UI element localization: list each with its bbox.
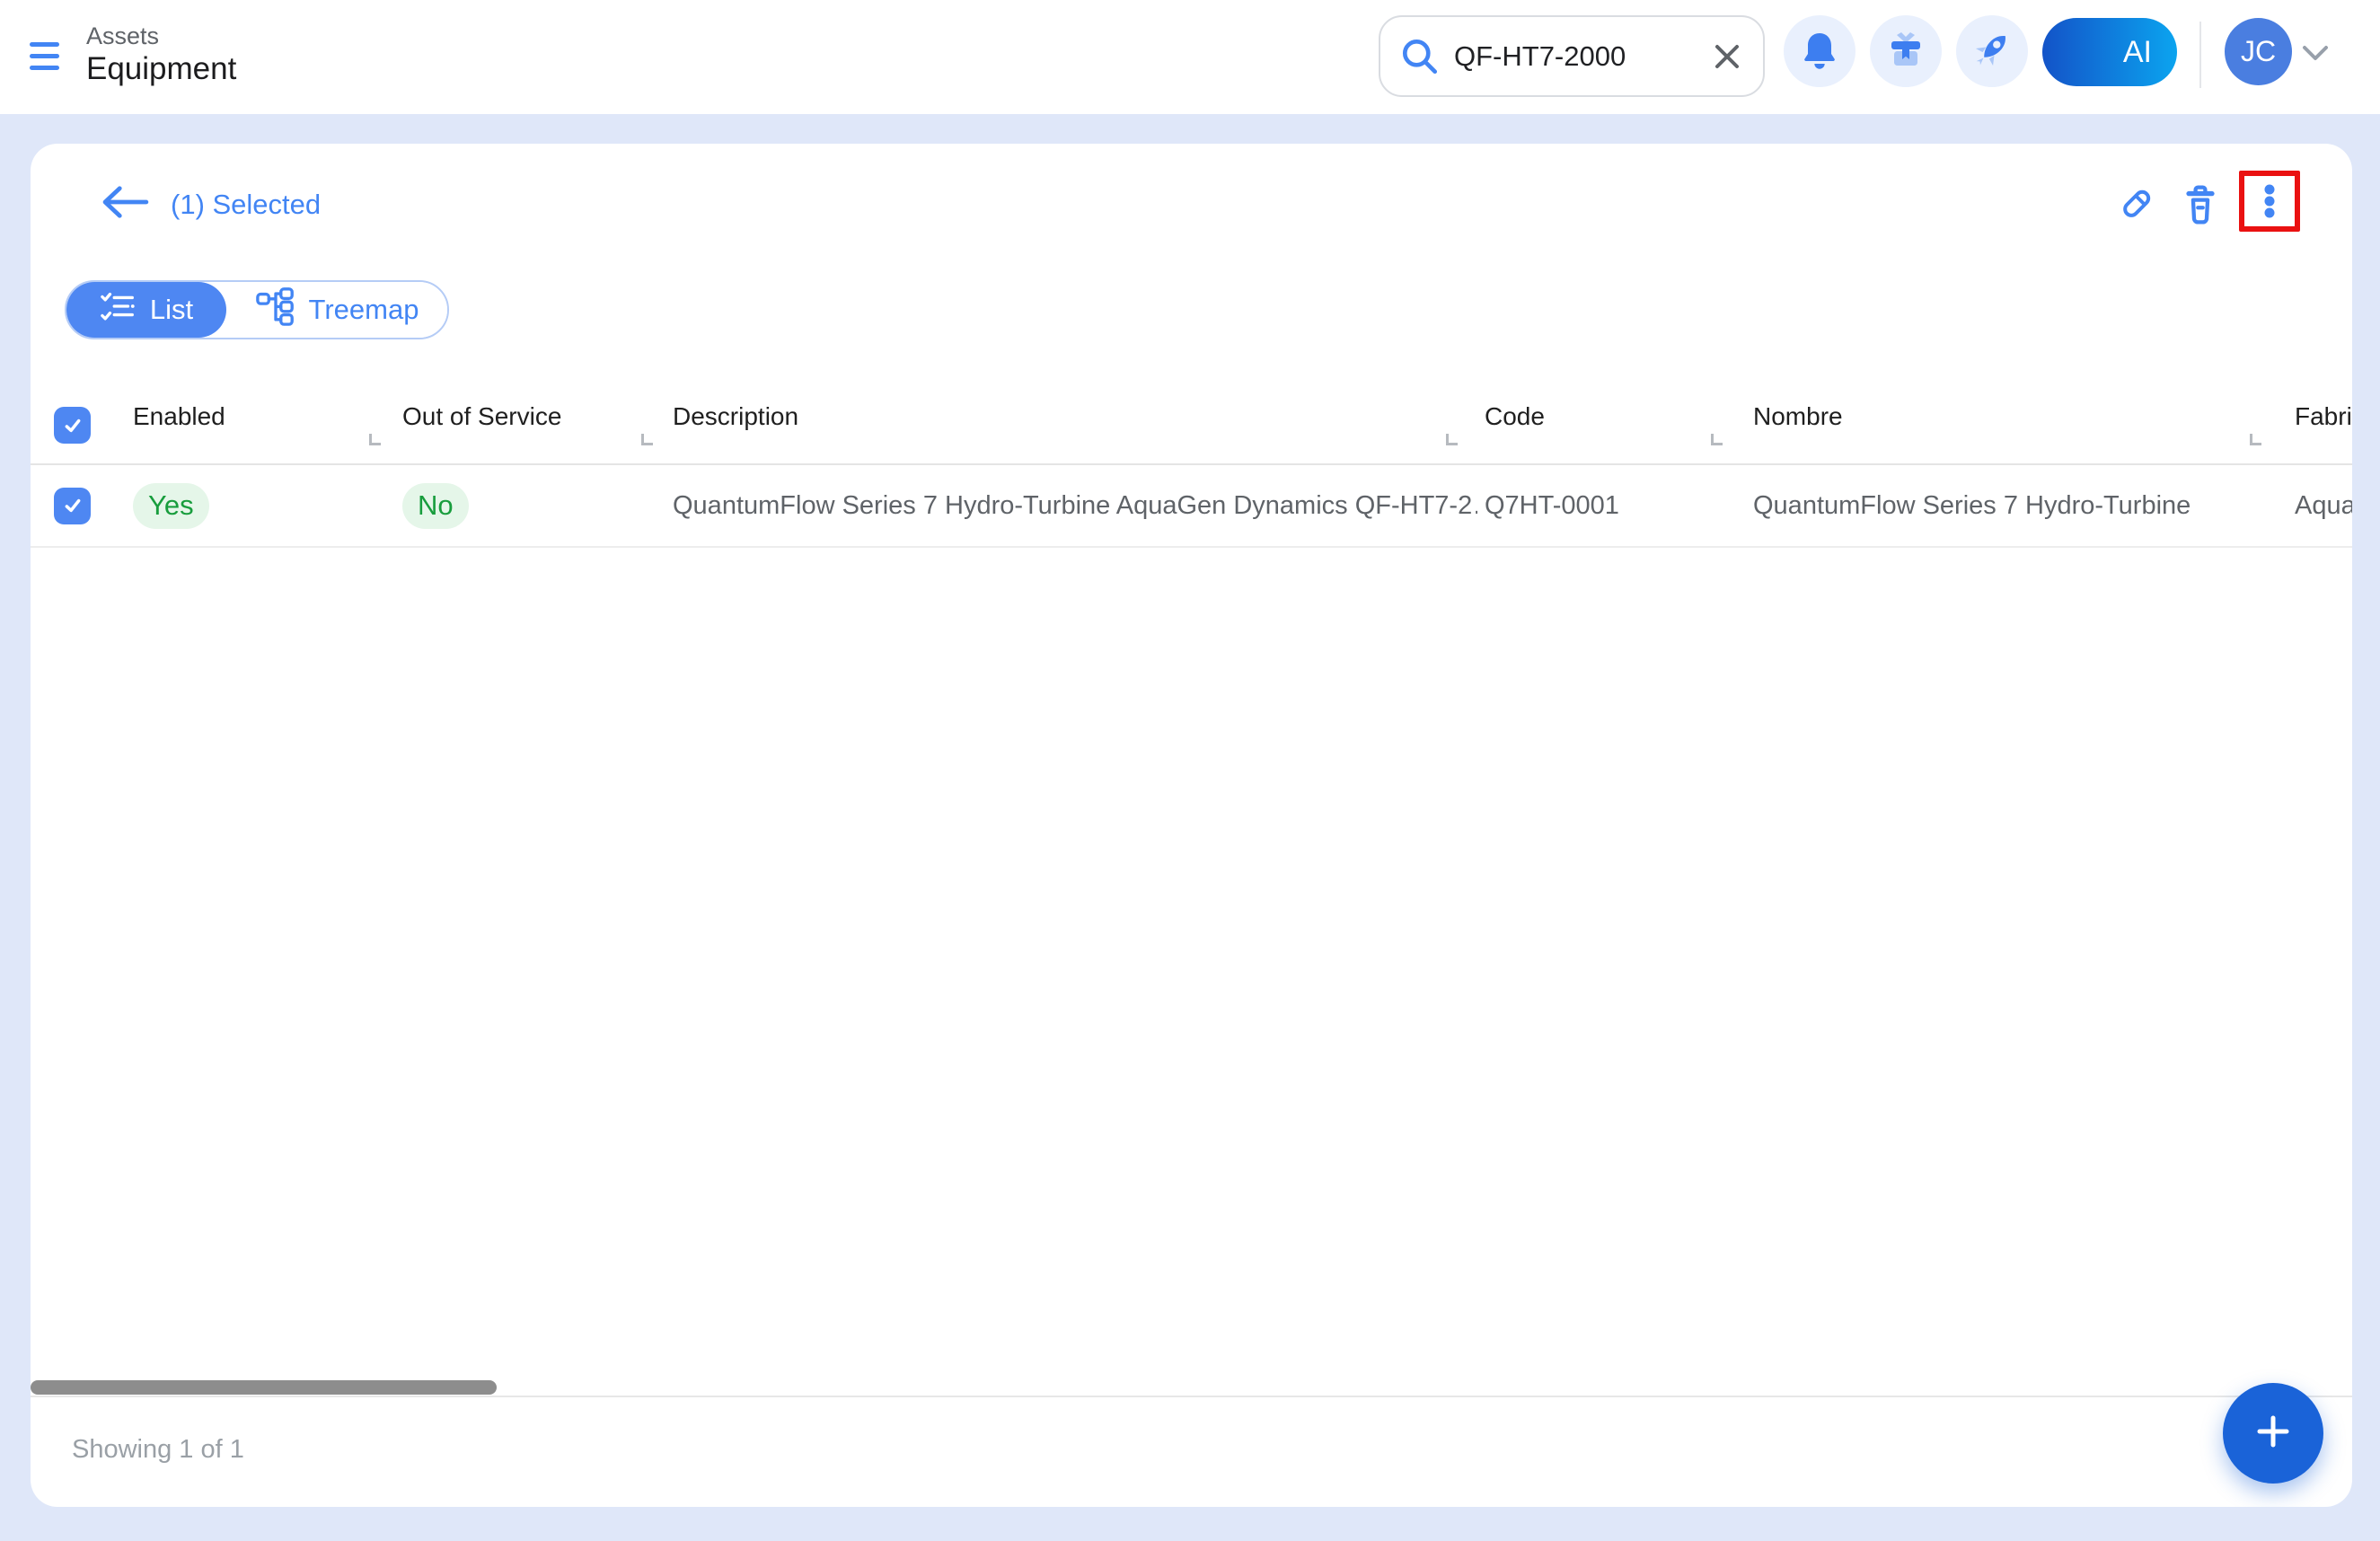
add-button[interactable] xyxy=(2223,1383,2323,1484)
column-resize-handle[interactable] xyxy=(1446,434,1458,445)
checkmark-icon xyxy=(61,494,84,517)
table-header-row: Enabled Out of Service Description Code … xyxy=(31,387,2352,465)
clear-search-icon[interactable] xyxy=(1711,40,1743,73)
plus-icon xyxy=(2252,1410,2295,1457)
edit-button[interactable] xyxy=(2112,185,2155,228)
header-cell-select xyxy=(31,387,103,463)
column-resize-handle[interactable] xyxy=(369,434,381,445)
header-cell-code[interactable]: Code xyxy=(1477,387,1742,463)
row-cell-fabricante: AquaGen Dynamics xyxy=(2281,465,2352,546)
breadcrumb: Assets xyxy=(86,22,236,50)
page-title: Equipment xyxy=(86,50,236,88)
announcements-button[interactable] xyxy=(1956,15,2028,87)
notifications-button[interactable] xyxy=(1784,15,1856,87)
row-cell-out-of-service: No xyxy=(401,465,673,546)
rocket-icon xyxy=(1970,28,2014,75)
tab-treemap-label: Treemap xyxy=(309,294,419,326)
header-cell-fabricante[interactable]: Fabricante xyxy=(2281,387,2352,463)
selected-count-label[interactable]: (1) Selected xyxy=(171,186,321,224)
row-cell-nombre: QuantumFlow Series 7 Hydro-Turbine xyxy=(1742,465,2281,546)
topbar-divider xyxy=(2199,22,2201,88)
column-label: Fabricante xyxy=(2295,402,2352,431)
column-label: Description xyxy=(673,402,798,431)
avatar-initials: JC xyxy=(2241,35,2276,68)
bell-icon xyxy=(1798,28,1841,75)
tab-treemap-view[interactable]: Treemap xyxy=(226,282,447,338)
back-button[interactable] xyxy=(97,183,153,221)
checkmark-icon xyxy=(61,414,84,437)
delete-button[interactable] xyxy=(2177,180,2224,230)
gift-icon xyxy=(1884,28,1927,75)
row-cell-code: Q7HT-0001 xyxy=(1477,465,1742,546)
enabled-badge: Yes xyxy=(133,483,209,529)
column-resize-handle[interactable] xyxy=(1711,434,1723,445)
header-cell-description[interactable]: Description xyxy=(673,387,1477,463)
search-input[interactable] xyxy=(1454,40,1688,73)
tab-list-label: List xyxy=(150,294,193,326)
horizontal-scrollbar-thumb[interactable] xyxy=(31,1380,497,1395)
showing-count-label: Showing 1 of 1 xyxy=(72,1435,244,1465)
column-label: Enabled xyxy=(133,402,225,431)
footer-divider xyxy=(31,1396,2352,1397)
column-resize-handle[interactable] xyxy=(641,434,653,445)
avatar[interactable]: JC xyxy=(2225,18,2292,85)
column-resize-handle[interactable] xyxy=(2250,434,2261,445)
trash-icon xyxy=(2177,180,2224,230)
header-cell-out-of-service[interactable]: Out of Service xyxy=(401,387,673,463)
kebab-menu-icon xyxy=(2248,180,2291,223)
row-cell-description: QuantumFlow Series 7 Hydro-Turbine AquaG… xyxy=(673,465,1477,546)
title-block: Assets Equipment xyxy=(86,22,236,88)
ai-assistant-button[interactable]: AI xyxy=(2042,18,2177,86)
annotation-highlight-box xyxy=(2239,171,2300,232)
chevron-down-icon[interactable] xyxy=(2301,45,2330,63)
checklist-icon xyxy=(100,290,137,330)
header-cell-enabled[interactable]: Enabled xyxy=(103,387,401,463)
equipment-table: Enabled Out of Service Description Code … xyxy=(31,387,2352,548)
column-label: Code xyxy=(1485,402,1545,431)
row-cell-select xyxy=(31,465,103,546)
row-cell-enabled: Yes xyxy=(103,465,401,546)
header-cell-nombre[interactable]: Nombre xyxy=(1742,387,2281,463)
search-icon xyxy=(1397,33,1443,80)
menu-icon[interactable] xyxy=(30,42,59,70)
more-actions-button[interactable] xyxy=(2248,180,2291,223)
equipment-card: (1) Selected xyxy=(31,144,2352,1507)
topbar: Assets Equipment xyxy=(0,0,2380,114)
pencil-icon xyxy=(2112,185,2155,228)
column-label: Out of Service xyxy=(402,402,561,431)
tab-list-view[interactable]: List xyxy=(66,282,226,338)
select-all-checkbox[interactable] xyxy=(54,407,91,444)
column-label: Nombre xyxy=(1753,402,1843,431)
table-row[interactable]: Yes No QuantumFlow Series 7 Hydro-Turbin… xyxy=(31,465,2352,548)
ai-button-label: AI xyxy=(2123,35,2152,70)
search-box xyxy=(1379,15,1765,97)
rewards-button[interactable] xyxy=(1870,15,1942,87)
row-checkbox[interactable] xyxy=(54,488,91,524)
org-tree-icon xyxy=(255,286,296,334)
out-of-service-badge: No xyxy=(402,483,469,529)
view-toggle: List Treemap xyxy=(65,280,449,339)
